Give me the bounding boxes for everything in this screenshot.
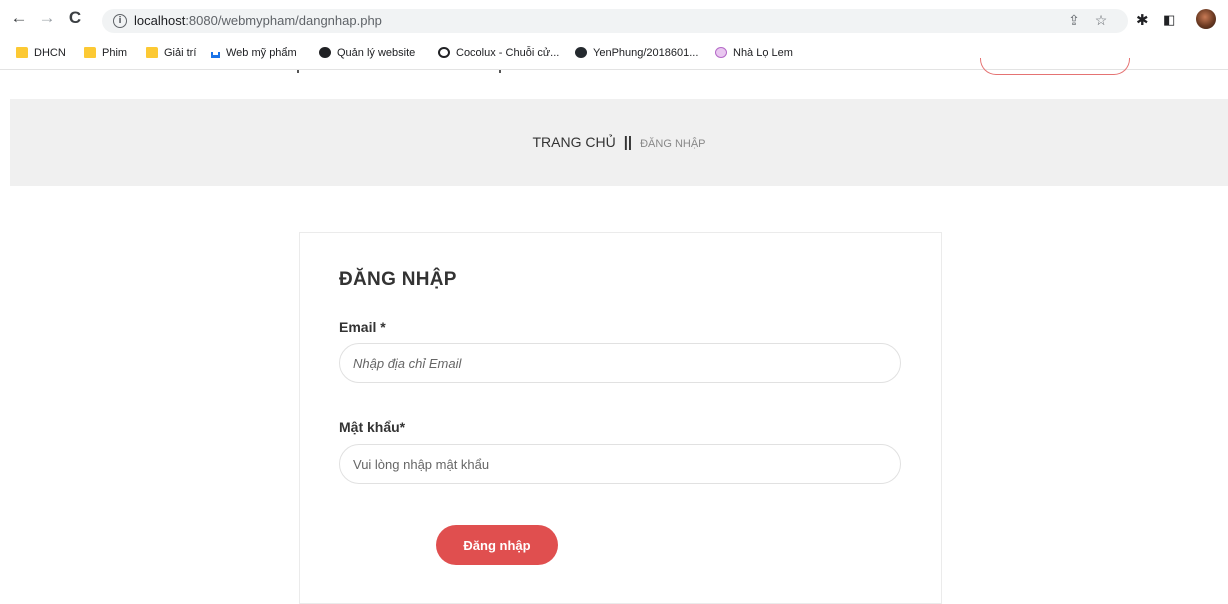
bookmark-item[interactable]: YenPhung/2018601... (575, 47, 698, 59)
header-remnant (499, 70, 501, 73)
url-path: :8080/webmypham/dangnhap.php (185, 13, 382, 28)
breadcrumb-banner: TRANG CHỦ || ĐĂNG NHẬP (10, 99, 1228, 186)
bookmark-item[interactable]: Quản lý website (319, 47, 415, 59)
reload-icon[interactable]: C (65, 8, 85, 28)
breadcrumb-current: ĐĂNG NHẬP (640, 138, 706, 150)
browser-toolbar: ← → C i localhost:8080/webmypham/dangnha… (0, 0, 1228, 42)
url-text[interactable]: localhost:8080/webmypham/dangnhap.php (134, 13, 382, 28)
email-label: Email * (339, 319, 386, 335)
bookmark-item[interactable]: Web mỹ phẩm (211, 47, 297, 59)
bookmark-label: Web mỹ phẩm (226, 47, 297, 59)
password-label: Mật khẩu* (339, 419, 406, 435)
site-info-icon[interactable]: i (113, 14, 127, 28)
address-bar[interactable]: i localhost:8080/webmypham/dangnhap.php … (102, 9, 1128, 33)
bookmark-label: Cocolux - Chuỗi cử... (456, 47, 560, 59)
header-button-partial[interactable] (980, 58, 1130, 75)
share-icon[interactable]: ⇪ (1065, 12, 1083, 29)
extensions-puzzle-icon[interactable]: ✱ (1136, 11, 1149, 29)
bookmark-label: DHCN (34, 47, 66, 59)
bookmark-label: Phim (102, 47, 128, 59)
url-host: localhost (134, 13, 186, 28)
email-field[interactable] (339, 343, 901, 383)
basket-icon (211, 52, 220, 58)
breadcrumb: TRANG CHỦ || ĐĂNG NHẬP (10, 134, 1228, 151)
github-icon (575, 47, 587, 58)
bookmark-item[interactable]: DHCN (16, 47, 66, 59)
globe-icon (319, 47, 331, 58)
cocolux-icon (438, 47, 450, 58)
folder-icon (16, 47, 28, 58)
side-panel-icon[interactable]: ◧ (1163, 12, 1175, 28)
header-remnant (297, 70, 299, 73)
login-card: ĐĂNG NHẬP Email * Mật khẩu* Đăng nhập (299, 232, 942, 604)
bookmark-label: YenPhung/2018601... (593, 47, 699, 59)
folder-icon (84, 47, 96, 58)
login-button[interactable]: Đăng nhập (436, 525, 558, 565)
profile-avatar[interactable] (1196, 9, 1216, 29)
bookmark-item[interactable]: Giải trí (146, 47, 196, 59)
bookmark-label: Nhà Lọ Lem (733, 47, 793, 59)
forward-arrow-icon[interactable]: → (37, 8, 57, 28)
bookmark-star-icon[interactable]: ☆ (1092, 12, 1110, 29)
bookmark-item[interactable]: Nhà Lọ Lem (715, 47, 793, 59)
breadcrumb-home-link[interactable]: TRANG CHỦ (532, 134, 615, 150)
bookmark-label: Quản lý website (337, 47, 416, 59)
bookmark-item[interactable]: Cocolux - Chuỗi cử... (438, 47, 559, 59)
nhalolem-icon (715, 47, 727, 58)
back-arrow-icon[interactable]: ← (9, 8, 29, 28)
bookmark-label: Giải trí (164, 47, 197, 59)
password-field[interactable] (339, 444, 901, 484)
login-title: ĐĂNG NHẬP (339, 269, 457, 290)
bookmark-item[interactable]: Phim (84, 47, 127, 59)
folder-icon (146, 47, 158, 58)
breadcrumb-separator: || (623, 134, 633, 151)
